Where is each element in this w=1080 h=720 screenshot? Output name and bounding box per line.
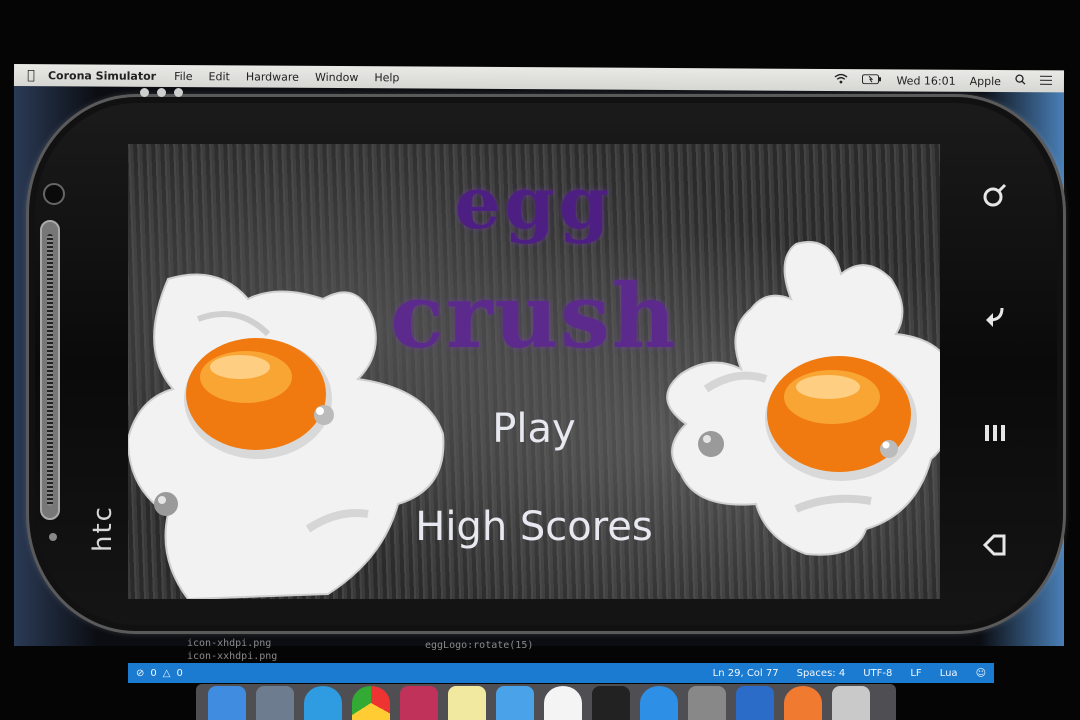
wifi-icon[interactable] [834,73,848,87]
file-tree-item[interactable]: icon-xhdpi.png [187,638,271,649]
trash-icon[interactable] [832,686,870,720]
code-line: eggLogo:rotate(15) [425,640,534,651]
corona-simulator-icon[interactable] [784,686,822,720]
safari-icon[interactable] [304,686,342,720]
error-icon: ⊘ [136,667,145,679]
game-title-egg: egg [454,160,614,245]
vscode-icon[interactable] [736,686,774,720]
menu-extras: Wed 16:01 Apple [834,73,1064,88]
line-ending[interactable]: LF [910,668,921,679]
app-store-icon[interactable] [640,686,678,720]
search-icon[interactable] [978,180,1012,214]
menu-file[interactable]: File [174,69,193,82]
menu-window[interactable]: Window [315,70,358,83]
encoding[interactable]: UTF-8 [863,668,892,679]
notes-icon[interactable] [448,686,486,720]
game-title-crush: crush [390,264,678,368]
high-scores-button[interactable]: High Scores [128,504,940,550]
indentation[interactable]: Spaces: 4 [797,668,846,679]
device-brand-logo: htc [88,505,118,552]
menu-edit[interactable]: Edit [209,70,230,83]
system-preferences-icon[interactable] [688,686,726,720]
problems-indicator[interactable]: ⊘ 0 △ 0 [136,668,183,679]
game-screen[interactable]: egg crush Play High Scores [128,144,940,599]
dock [196,684,896,720]
notification-led [49,533,57,541]
list-icon[interactable] [1039,75,1053,88]
warning-count: 0 [176,667,183,679]
cursor-position[interactable]: Ln 29, Col 77 [713,668,779,679]
close-button[interactable] [140,88,149,97]
user-name[interactable]: Apple [970,74,1001,87]
finder-icon[interactable] [208,686,246,720]
zoom-button[interactable] [174,88,183,97]
window-controls [140,88,183,97]
launchpad-icon[interactable] [256,686,294,720]
menu-help[interactable]: Help [374,71,399,84]
menu-icon[interactable] [978,418,1012,452]
terminal-icon[interactable] [592,686,630,720]
battery-icon[interactable] [862,73,882,87]
feedback-icon[interactable]: ☺ [976,668,986,679]
error-count: 0 [150,667,157,679]
search-icon[interactable] [1015,74,1026,88]
language-mode[interactable]: Lua [940,668,958,679]
editor-background: icon-xhdpi.png icon-xxhdpi.png eggLogo:r… [135,638,995,662]
intellij-icon[interactable] [400,686,438,720]
back-icon[interactable] [978,302,1012,336]
clock[interactable]: Wed 16:01 [896,74,955,87]
front-camera [43,183,65,205]
itunes-icon[interactable] [544,686,582,720]
minimize-button[interactable] [157,88,166,97]
file-tree-item[interactable]: icon-xxhdpi.png [187,651,277,662]
xcode-icon[interactable] [496,686,534,720]
warning-icon: △ [162,667,171,679]
menu-app-name[interactable]: Corona Simulator [48,69,156,83]
apple-icon[interactable]:  [14,68,48,83]
chrome-icon[interactable] [352,686,390,720]
speaker-grille [40,220,60,520]
home-icon[interactable] [978,530,1012,564]
editor-status-bar: ⊘ 0 △ 0 Ln 29, Col 77 Spaces: 4 UTF-8 LF… [128,663,994,683]
menu-hardware[interactable]: Hardware [246,70,299,83]
play-button[interactable]: Play [128,406,940,452]
